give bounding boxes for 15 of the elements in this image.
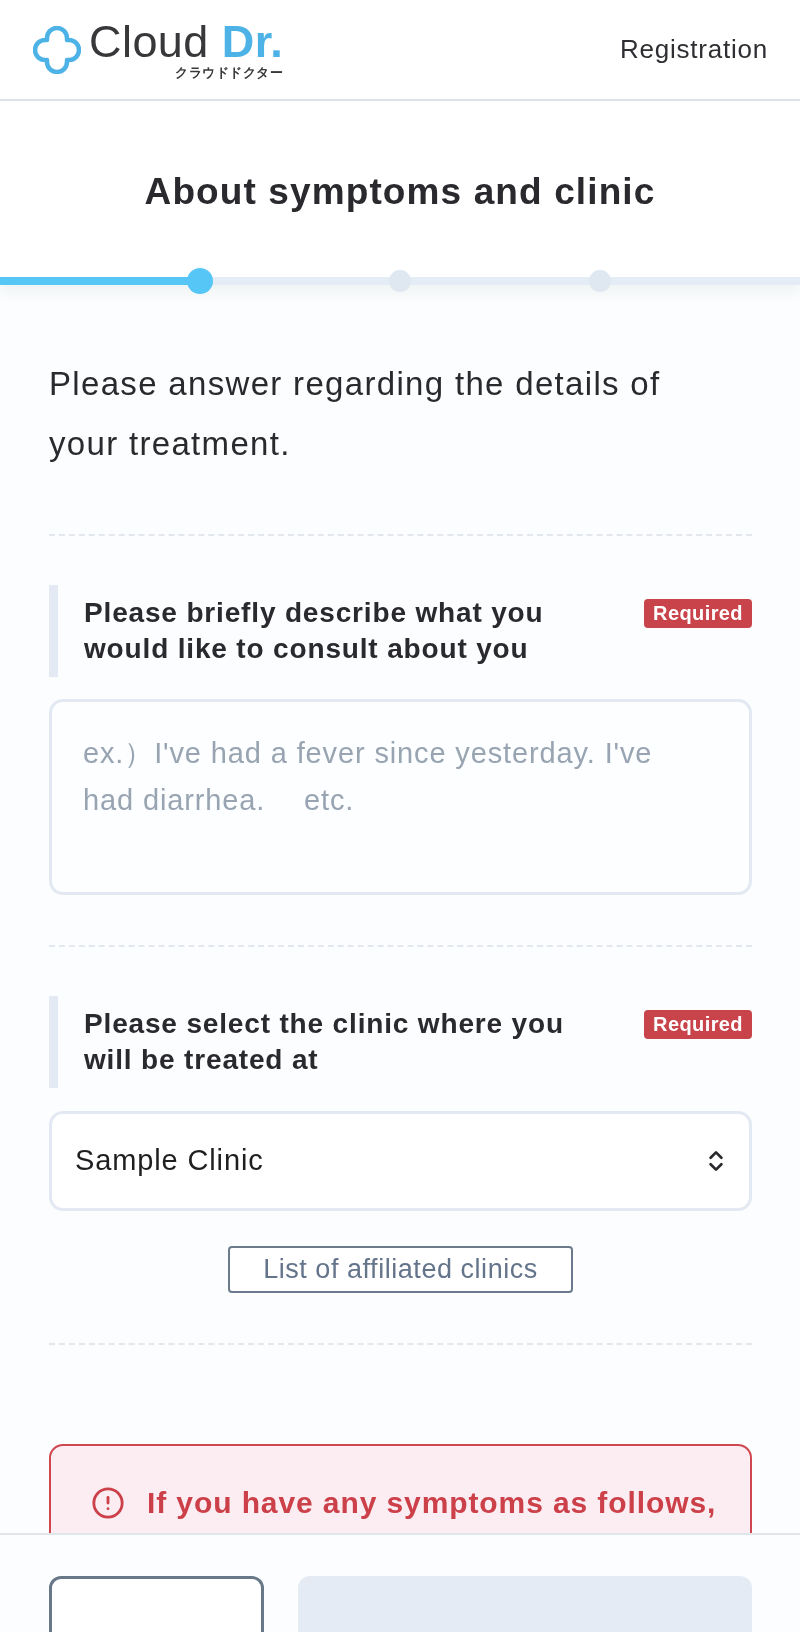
affiliated-clinics-button[interactable]: List of affiliated clinics	[228, 1246, 573, 1293]
required-badge: Required	[644, 1010, 752, 1039]
registration-link[interactable]: Registration	[619, 30, 768, 69]
alert-text: If you have any symptoms as follows,	[147, 1485, 717, 1521]
exclamation-circle-icon	[91, 1486, 125, 1520]
consultation-textarea[interactable]: ex.）I've had a fever since yesterday. I've had diarrhea. etc.	[49, 699, 752, 895]
page-title: About symptoms and clinic	[144, 170, 656, 214]
question-label: Please briefly describe what you would like to consult about you	[84, 596, 545, 666]
logo-subtitle: クラウドドクター	[175, 65, 284, 80]
clinic-select[interactable]: Sample Clinic	[49, 1111, 752, 1211]
logo-wordmark: Cloud Dr.	[89, 19, 284, 65]
required-badge: Required	[644, 599, 752, 628]
question-label: Please select the clinic where you will be treated at	[84, 1007, 565, 1077]
cross-logo-icon	[33, 25, 81, 74]
intro-text: Please answer regarding the details of your treatment.	[49, 364, 662, 464]
